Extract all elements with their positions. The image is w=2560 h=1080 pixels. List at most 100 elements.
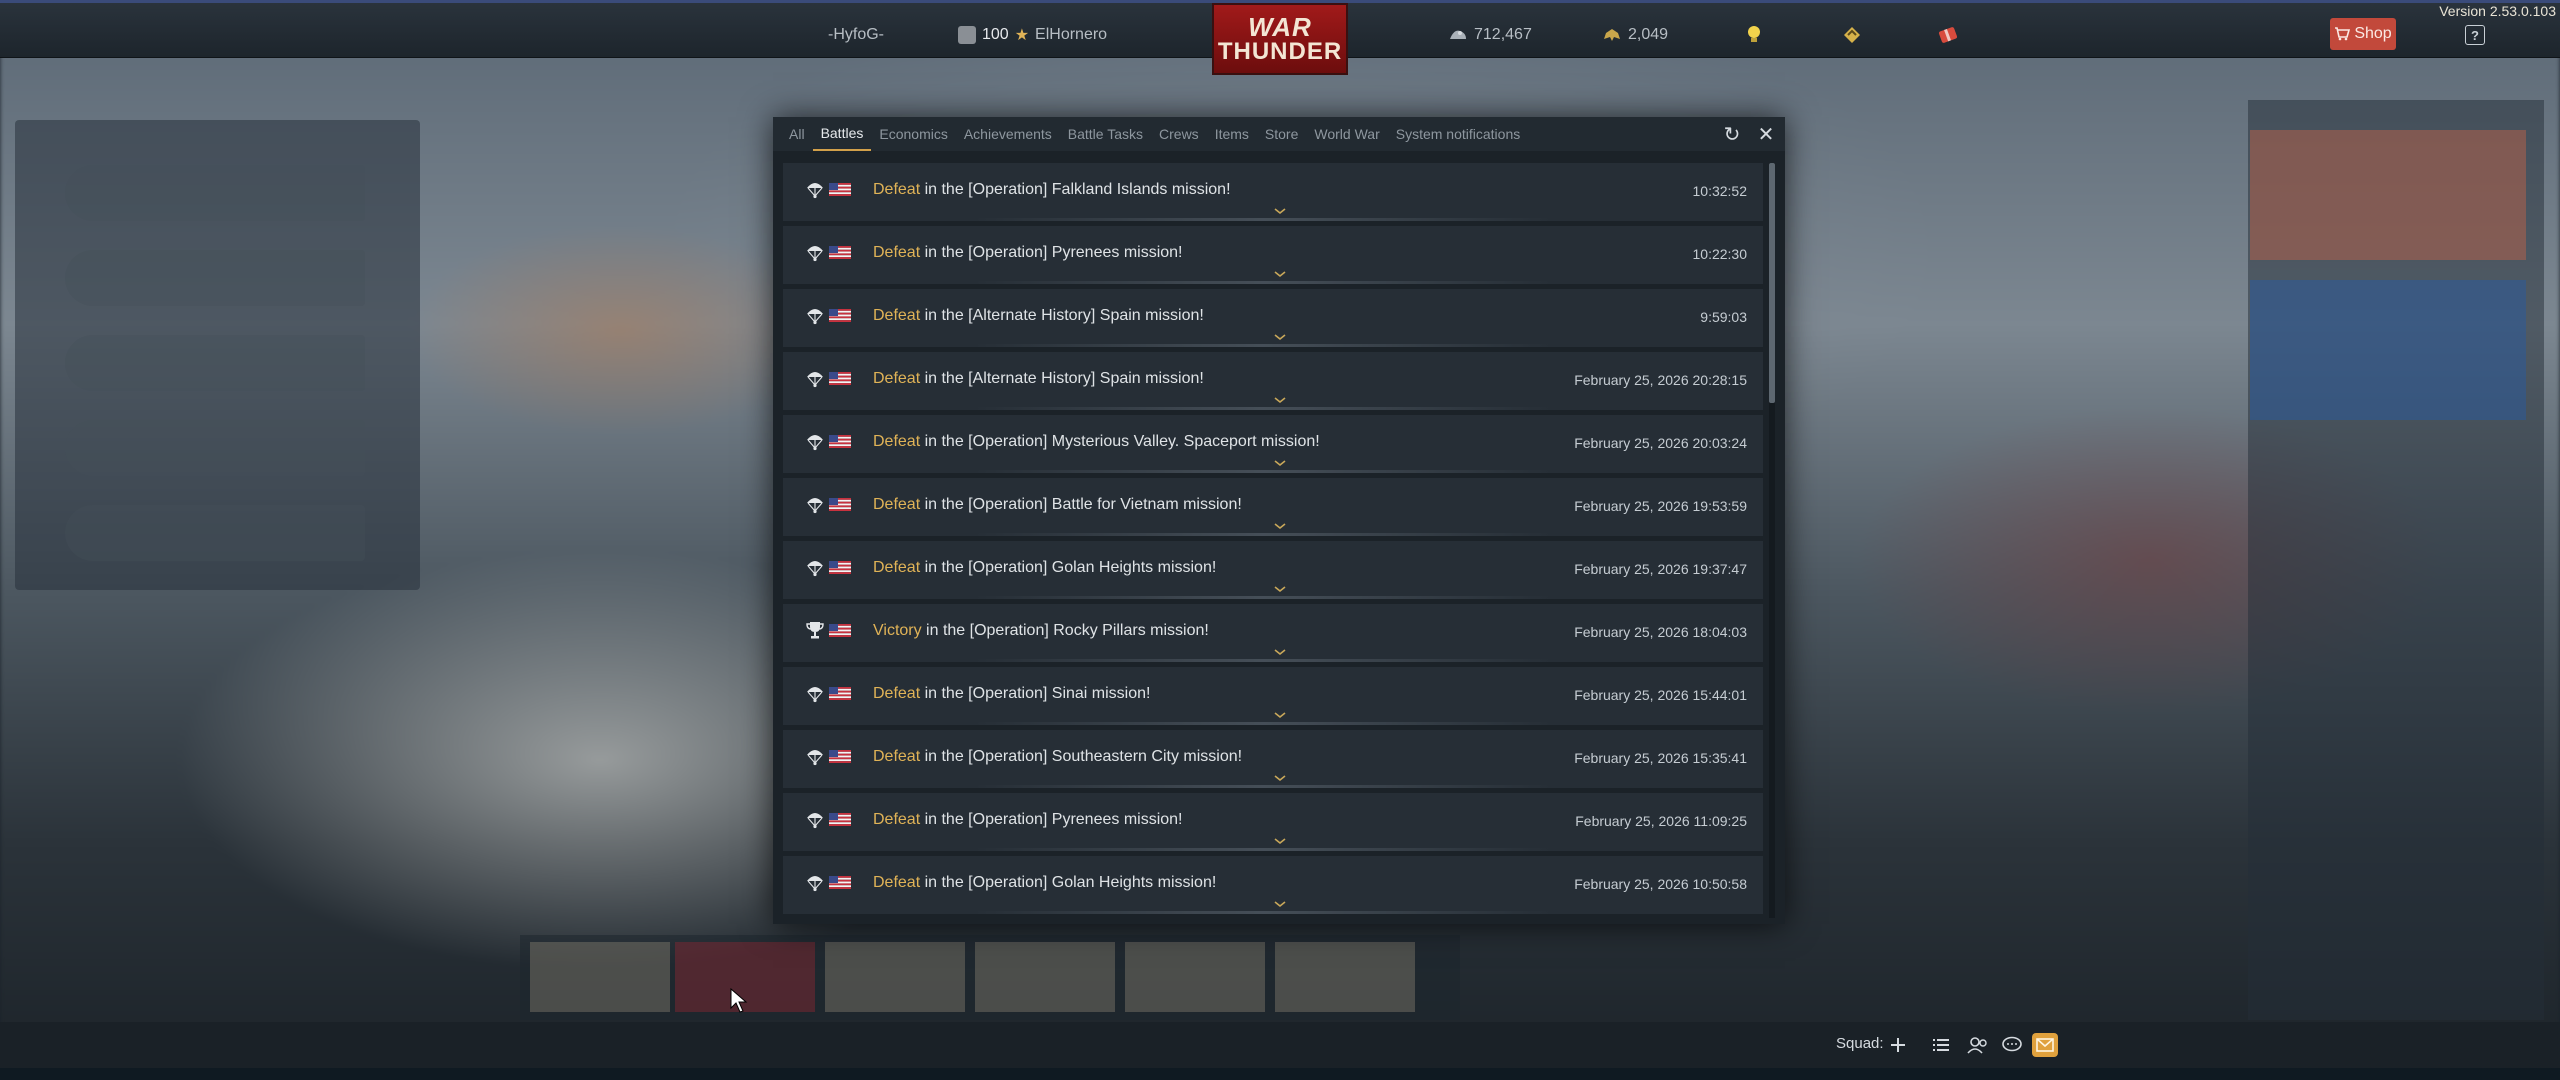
mission-text: in the [Operation] Battle for Vietnam mi… [920, 496, 1242, 513]
tab-store[interactable]: Store [1257, 117, 1306, 151]
notification-message: Defeat in the [Operation] Falkland Islan… [873, 181, 1231, 199]
usa-flag-icon [829, 183, 851, 196]
row-divider [973, 281, 1553, 284]
mission-text: in the [Alternate History] Spain mission… [920, 307, 1204, 324]
rank-button[interactable] [1843, 25, 1861, 45]
expand-chevron-icon[interactable] [1273, 518, 1287, 530]
parachute-icon [805, 872, 825, 892]
notification-row[interactable]: Defeat in the [Operation] Battle for Vie… [783, 478, 1763, 536]
silver-lions[interactable]: 712,467 [1448, 25, 1532, 45]
battle-result: Defeat [873, 181, 921, 198]
blurred-vehicle-thumb [530, 942, 670, 1012]
usa-flag-icon [829, 246, 851, 259]
expand-chevron-icon[interactable] [1273, 707, 1287, 719]
blurred-vehicle-thumb [1125, 942, 1265, 1012]
mission-text: in the [Operation] Falkland Islands miss… [920, 181, 1231, 198]
contacts-button[interactable] [1966, 1033, 1990, 1057]
refresh-button[interactable]: ↻ [1721, 123, 1743, 146]
tab-economics[interactable]: Economics [871, 117, 955, 151]
notification-row[interactable]: Defeat in the [Operation] Falkland Islan… [783, 163, 1763, 221]
squad-add-button[interactable] [1886, 1033, 1910, 1057]
cart-icon [2335, 27, 2351, 41]
expand-chevron-icon[interactable] [1273, 329, 1287, 341]
expand-chevron-icon[interactable] [1273, 770, 1287, 782]
tab-crews[interactable]: Crews [1151, 117, 1207, 151]
expand-chevron-icon[interactable] [1273, 644, 1287, 656]
tab-battles[interactable]: Battles [812, 117, 872, 151]
battle-result: Defeat [873, 559, 921, 576]
lightbulb-icon [1748, 26, 1760, 42]
parachute-icon [805, 305, 825, 325]
chat-icon [2002, 1036, 2022, 1052]
war-thunder-logo[interactable]: WAR THUNDER [1212, 3, 1348, 75]
notification-row[interactable]: Defeat in the [Operation] Golan Heights … [783, 541, 1763, 599]
notification-row[interactable]: Defeat in the [Operation] Pyrenees missi… [783, 793, 1763, 851]
list-button[interactable] [1929, 1033, 1953, 1057]
notification-message: Defeat in the [Operation] Golan Heights … [873, 874, 1216, 892]
expand-chevron-icon[interactable] [1273, 455, 1287, 467]
star-icon: ★ [1014, 27, 1030, 44]
mail-button[interactable] [2032, 1033, 2058, 1057]
notification-row[interactable]: Victory in the [Operation] Rocky Pillars… [783, 604, 1763, 662]
tab-world-war[interactable]: World War [1306, 117, 1387, 151]
player-profile[interactable]: 100 ★ ElHornero [958, 25, 1107, 45]
row-divider [973, 344, 1553, 347]
close-icon: ✕ [1757, 123, 1775, 146]
notification-row[interactable]: Defeat in the [Operation] Mysterious Val… [783, 415, 1763, 473]
close-button[interactable]: ✕ [1755, 123, 1777, 146]
expand-chevron-icon[interactable] [1273, 581, 1287, 593]
usa-flag-icon [829, 687, 851, 700]
notification-row[interactable]: Defeat in the [Operation] Pyrenees missi… [783, 226, 1763, 284]
scrollbar-thumb[interactable] [1769, 163, 1775, 403]
trophy-icon [805, 620, 825, 640]
tab-items[interactable]: Items [1207, 117, 1257, 151]
battle-result: Defeat [873, 433, 921, 450]
blurred-vehicle-thumb [1275, 942, 1415, 1012]
squadron-tag[interactable]: -HyfoG- [828, 25, 884, 45]
tab-battle-tasks[interactable]: Battle Tasks [1060, 117, 1151, 151]
expand-chevron-icon[interactable] [1273, 896, 1287, 908]
notification-timestamp: 9:59:03 [1700, 309, 1747, 325]
lightbulb-button[interactable] [1746, 25, 1762, 45]
notification-timestamp: February 25, 2026 19:37:47 [1574, 561, 1747, 577]
notification-row[interactable]: Defeat in the [Operation] Southeastern C… [783, 730, 1763, 788]
notification-timestamp: 10:22:30 [1692, 246, 1748, 262]
mission-text: in the [Operation] Mysterious Valley. Sp… [920, 433, 1320, 450]
notification-timestamp: February 25, 2026 15:35:41 [1574, 750, 1747, 766]
parachute-icon [805, 683, 825, 703]
parachute-icon [805, 179, 825, 199]
notification-timestamp: February 25, 2026 19:53:59 [1574, 498, 1747, 514]
battle-result: Victory [873, 622, 922, 639]
expand-chevron-icon[interactable] [1273, 392, 1287, 404]
expand-chevron-icon[interactable] [1273, 833, 1287, 845]
notification-timestamp: 10:32:52 [1692, 183, 1748, 199]
tab-achievements[interactable]: Achievements [956, 117, 1060, 151]
gift-icon [1938, 27, 1958, 43]
chat-button[interactable] [2000, 1033, 2024, 1057]
list-icon [1933, 1039, 1949, 1051]
battle-result: Defeat [873, 748, 921, 765]
notification-row[interactable]: Defeat in the [Alternate History] Spain … [783, 289, 1763, 347]
notification-message: Defeat in the [Operation] Mysterious Val… [873, 433, 1320, 451]
gift-button[interactable] [1938, 25, 1958, 45]
mission-text: in the [Operation] Southeastern City mis… [920, 748, 1243, 765]
battle-result: Defeat [873, 874, 921, 891]
golden-eagles[interactable]: 2,049 [1602, 25, 1668, 45]
scrollbar[interactable] [1769, 163, 1775, 918]
blurred-left-panel [15, 120, 420, 590]
parachute-icon [805, 809, 825, 829]
tab-all[interactable]: All [781, 117, 813, 151]
notification-row[interactable]: Defeat in the [Alternate History] Spain … [783, 352, 1763, 410]
expand-chevron-icon[interactable] [1273, 203, 1287, 215]
tab-system-notifications[interactable]: System notifications [1388, 117, 1529, 151]
notification-row[interactable]: Defeat in the [Operation] Golan Heights … [783, 856, 1763, 914]
row-divider [973, 533, 1553, 536]
notification-row[interactable]: Defeat in the [Operation] Sinai mission!… [783, 667, 1763, 725]
expand-chevron-icon[interactable] [1273, 266, 1287, 278]
shop-button[interactable]: Shop [2330, 18, 2396, 50]
notification-timestamp: February 25, 2026 15:44:01 [1574, 687, 1747, 703]
plus-icon [1891, 1038, 1905, 1052]
golden-eagles-value: 2,049 [1628, 26, 1669, 43]
help-button[interactable]: ? [2465, 25, 2485, 45]
notification-message: Defeat in the [Operation] Pyrenees missi… [873, 811, 1183, 829]
